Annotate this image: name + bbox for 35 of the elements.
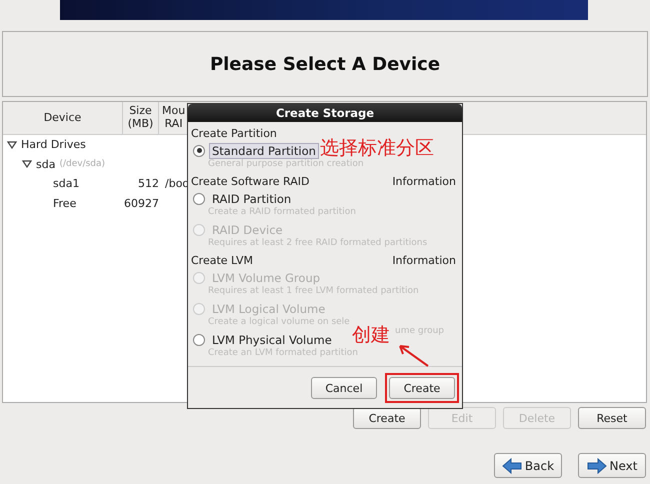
device-name: sda1	[53, 177, 80, 190]
annotation-text: 选择标准分区	[320, 136, 434, 159]
radio-button[interactable]	[193, 192, 205, 204]
size-value: 60927	[124, 196, 159, 210]
radio-button[interactable]	[193, 144, 205, 156]
radio-button[interactable]	[193, 334, 205, 346]
create-button[interactable]: Create	[389, 377, 455, 399]
option-label[interactable]: Standard Partition	[209, 142, 319, 158]
device-path: (/dev/sda)	[59, 159, 106, 170]
information-link[interactable]: Information	[392, 175, 456, 188]
right-arrow-icon	[586, 458, 607, 474]
cancel-button[interactable]: Cancel	[311, 377, 377, 399]
annotation-arrow	[396, 342, 430, 368]
dialog-title: Create Storage	[188, 104, 462, 122]
option-label[interactable]: RAID Partition	[209, 190, 294, 206]
left-arrow-icon	[502, 458, 522, 474]
information-link[interactable]: Information	[392, 254, 456, 267]
back-button[interactable]: Back	[494, 453, 562, 478]
expander-down-icon[interactable]	[22, 160, 32, 168]
device-name: Hard Drives	[21, 138, 86, 152]
option-label[interactable]: LVM Physical Volume	[209, 332, 335, 348]
section-title: Create Partition	[191, 127, 277, 140]
section-title: Create Software RAID	[191, 175, 310, 188]
device-name: Free	[53, 196, 76, 210]
annotation-text: 创建	[352, 323, 390, 348]
section-title: Create LVM	[191, 254, 253, 267]
next-button[interactable]: Next	[578, 453, 646, 478]
page-title: Please Select A Device	[210, 54, 440, 74]
action-button[interactable]: Reset	[578, 407, 646, 429]
size-value: 512	[138, 177, 159, 190]
action-button[interactable]: Create	[353, 407, 421, 429]
device-name: sda	[36, 158, 56, 171]
column-header[interactable]: Device	[3, 102, 123, 134]
expander-down-icon[interactable]	[7, 140, 17, 149]
column-header[interactable]: Size (MB)	[123, 102, 159, 134]
